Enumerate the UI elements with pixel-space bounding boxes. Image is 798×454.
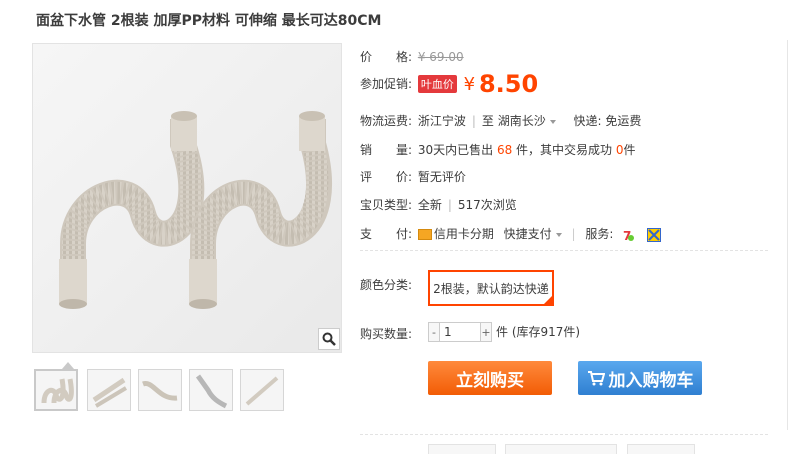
zoom-icon[interactable] (318, 328, 340, 350)
credit-card-icon (417, 229, 432, 240)
quantity-input[interactable]: 1 (440, 322, 480, 342)
flexible-pipe-image (59, 111, 332, 309)
chevron-down-icon[interactable] (549, 119, 556, 124)
page-divider (787, 40, 788, 430)
quantity-label-row: 购买数量: (360, 325, 414, 342)
quantity-stepper[interactable]: - 1 + 件 (库存917件) (428, 322, 580, 342)
item-type-row: 宝贝类型: 全新 | 517次浏览 (360, 196, 517, 213)
original-price: ¥ 69.00 (417, 50, 464, 64)
promo-price-row: 参加促销: 叶血价 ¥ 8.50 (360, 70, 538, 98)
chevron-down-icon[interactable] (555, 232, 562, 237)
color-label-row: 颜色分类: (360, 276, 414, 293)
sales-mid: 件，其中交易成功 (516, 143, 613, 157)
sku-option-text: 2根装，默认韵达快递 (433, 281, 549, 296)
quick-pay[interactable]: 快捷支付 (504, 227, 552, 241)
review-value: 暂无评价 (417, 170, 466, 184)
success-count: 0 (615, 143, 624, 157)
separator: | (447, 198, 452, 212)
thumbnail-5[interactable] (240, 369, 284, 411)
color-label: 颜色分类: (360, 278, 413, 292)
review-label: 评 价: (360, 170, 413, 184)
shipping-fee: 快递: 免运费 (573, 114, 642, 128)
sales-label: 销 量: (360, 143, 413, 157)
check-icon (543, 295, 553, 305)
original-price-row: 价 格: ¥ 69.00 (360, 48, 464, 65)
item-type-label: 宝贝类型: (360, 198, 413, 212)
sales-row: 销 量: 30天内已售出 68 件，其中交易成功 0件 (360, 141, 636, 158)
product-title: 面盆下水管 2根装 加厚PP材料 可伸缩 最长可达80CM (36, 13, 382, 29)
divider (360, 250, 768, 251)
add-to-cart-button[interactable]: 加入购物车 (578, 361, 702, 395)
main-product-image[interactable] (32, 43, 342, 353)
payment-row: 支 付: 信用卡分期 快捷支付 | 服务: 7 (360, 225, 662, 243)
sales-suffix: 件 (623, 143, 636, 157)
stock-info: 件 (库存917件) (496, 325, 581, 339)
thumbnail-3[interactable] (138, 369, 182, 411)
magnifier-icon (322, 332, 336, 346)
seven-day-return-icon[interactable]: 7 (621, 228, 635, 243)
logistics-label: 物流运费: (360, 114, 413, 128)
guarantee-icon[interactable] (647, 227, 662, 242)
promo-price: 8.50 (478, 70, 539, 98)
thumbnail-2[interactable] (87, 369, 131, 411)
price-label: 价 格: (360, 50, 413, 64)
ship-from: 浙江宁波 (417, 114, 466, 128)
review-row: 评 价: 暂无评价 (360, 168, 466, 185)
item-condition: 全新 (417, 198, 442, 212)
buy-now-button[interactable]: 立刻购买 (428, 361, 552, 395)
ship-to-dropdown[interactable]: 至 湖南长沙 (482, 114, 546, 128)
promo-badge: 叶血价 (417, 75, 457, 93)
promo-label: 参加促销: (360, 76, 413, 91)
quantity-decrease-button[interactable]: - (428, 322, 440, 342)
cart-icon (587, 371, 605, 386)
quantity-label: 购买数量: (360, 327, 413, 341)
service-label: 服务: (585, 227, 614, 241)
thumb-active-arrow (62, 362, 74, 369)
thumbnail-1[interactable] (34, 369, 78, 411)
thumbnail-4[interactable] (189, 369, 233, 411)
currency-symbol: ¥ (463, 73, 476, 95)
sold-count: 68 (496, 143, 513, 157)
payment-label: 支 付: (360, 227, 413, 241)
sku-option-selected[interactable]: 2根装，默认韵达快递 (428, 270, 554, 306)
separator: | (471, 114, 476, 128)
divider (360, 434, 768, 435)
add-to-cart-label: 加入购物车 (608, 370, 694, 391)
logistics-row: 物流运费: 浙江宁波 | 至 湖南长沙 快递: 免运费 (360, 112, 641, 129)
credit-installment[interactable]: 信用卡分期 (434, 227, 494, 241)
quantity-increase-button[interactable]: + (480, 322, 492, 342)
view-count: 517次浏览 (457, 198, 517, 212)
sales-prefix: 30天内已售出 (417, 143, 494, 157)
